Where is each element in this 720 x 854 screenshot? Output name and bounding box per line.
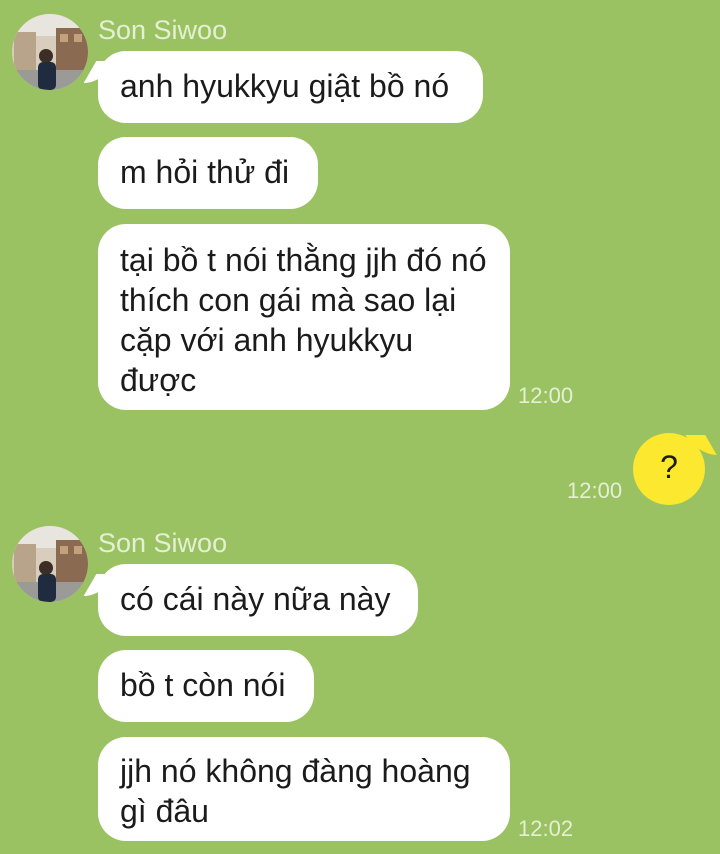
sender-name: Son Siwoo: [98, 15, 228, 45]
message-timestamp: 12:02: [518, 816, 574, 841]
sender-name: Son Siwoo: [98, 528, 228, 558]
incoming-message[interactable]: tại bồ t nói thằng jjh đó nó thích con g…: [98, 224, 510, 410]
incoming-message[interactable]: m hỏi thử đi: [98, 137, 318, 209]
incoming-message[interactable]: bồ t còn nói: [98, 650, 314, 722]
message-timestamp: 12:00: [567, 478, 623, 503]
sender-avatar[interactable]: [12, 14, 88, 90]
sender-avatar[interactable]: [12, 526, 88, 602]
incoming-message[interactable]: jjh nó không đàng hoàng gì đâu: [98, 737, 510, 841]
avatar-photo-icon: [12, 526, 88, 602]
outgoing-message[interactable]: ?: [633, 433, 705, 505]
chat-area[interactable]: Son Siwoo anh hyukkyu giật bồ nó m hỏi t…: [0, 0, 720, 854]
avatar-photo-icon: [12, 14, 88, 90]
incoming-message[interactable]: có cái này nữa này: [98, 564, 418, 636]
message-timestamp: 12:00: [518, 383, 574, 408]
incoming-message[interactable]: anh hyukkyu giật bồ nó: [98, 51, 483, 123]
